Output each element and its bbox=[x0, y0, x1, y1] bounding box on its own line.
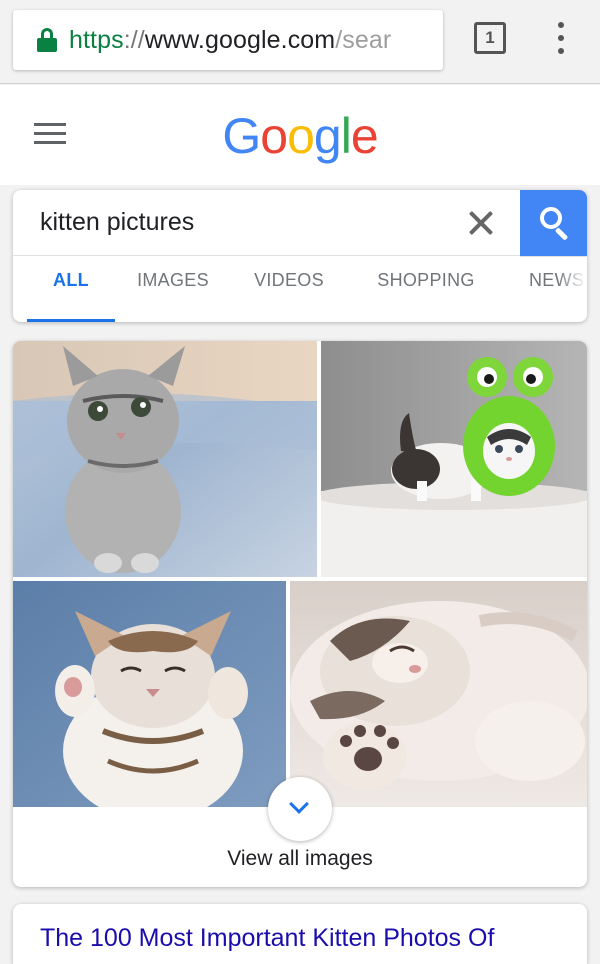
logo-letter: G bbox=[222, 108, 261, 164]
search-input[interactable]: kitten pictures bbox=[13, 190, 520, 256]
clear-icon[interactable] bbox=[468, 210, 494, 236]
chevron-down-icon bbox=[289, 794, 309, 814]
image-results-card: View all images bbox=[13, 341, 587, 887]
google-header: Google bbox=[0, 85, 600, 185]
logo-letter: l bbox=[340, 108, 352, 164]
logo-letter: g bbox=[313, 108, 342, 164]
tab-label: VIDEOS bbox=[254, 270, 324, 290]
kitten-photo bbox=[13, 581, 286, 807]
tab-images[interactable]: IMAGES bbox=[121, 256, 225, 322]
image-thumbnail-1[interactable] bbox=[13, 341, 317, 577]
search-card: kitten pictures ALL IMAGES VIDEOS SHOPPI… bbox=[13, 190, 587, 322]
active-tab-indicator bbox=[27, 319, 115, 322]
url-path: /sear bbox=[335, 25, 392, 54]
url-scheme: https bbox=[69, 25, 124, 54]
image-thumbnail-3[interactable] bbox=[13, 581, 286, 807]
tab-label: SHOPPING bbox=[377, 270, 475, 290]
kitten-photo bbox=[321, 341, 587, 577]
kitten-photo bbox=[290, 581, 587, 807]
tab-all[interactable]: ALL bbox=[27, 256, 115, 322]
tab-videos[interactable]: VIDEOS bbox=[245, 256, 333, 322]
url-text[interactable]: https://www.google.com/sear bbox=[69, 26, 391, 55]
tab-shopping[interactable]: SHOPPING bbox=[369, 256, 483, 322]
view-all-images-link[interactable]: View all images bbox=[13, 847, 587, 871]
expand-images-button[interactable] bbox=[268, 777, 332, 841]
google-logo[interactable]: Google bbox=[0, 107, 600, 165]
logo-letter: o bbox=[287, 108, 315, 164]
logo-letter: o bbox=[260, 108, 288, 164]
tab-label: ALL bbox=[53, 270, 89, 290]
search-icon bbox=[540, 207, 562, 229]
tab-news[interactable]: NEWS bbox=[529, 256, 587, 322]
tab-switcher-button[interactable]: 1 bbox=[474, 22, 506, 54]
tab-label: NEWS bbox=[529, 270, 585, 290]
result-title-link[interactable]: The 100 Most Important Kitten Photos Of bbox=[40, 924, 494, 953]
url-separator: :// bbox=[123, 25, 145, 54]
search-button[interactable] bbox=[520, 190, 587, 257]
kitten-photo bbox=[13, 341, 317, 577]
url-host: www.google.com bbox=[144, 25, 336, 54]
tab-label: IMAGES bbox=[137, 270, 209, 290]
browser-toolbar: https://www.google.com/sear 1 bbox=[0, 0, 600, 84]
more-options-icon[interactable] bbox=[551, 22, 571, 54]
search-tabs: ALL IMAGES VIDEOS SHOPPING NEWS bbox=[13, 256, 587, 322]
logo-letter: e bbox=[350, 108, 379, 164]
lock-icon bbox=[37, 28, 57, 52]
image-thumbnail-2[interactable] bbox=[321, 341, 587, 577]
search-query: kitten pictures bbox=[40, 208, 195, 236]
address-bar[interactable]: https://www.google.com/sear bbox=[13, 10, 443, 70]
image-thumbnail-4[interactable] bbox=[290, 581, 587, 807]
result-card: The 100 Most Important Kitten Photos Of bbox=[13, 904, 587, 964]
